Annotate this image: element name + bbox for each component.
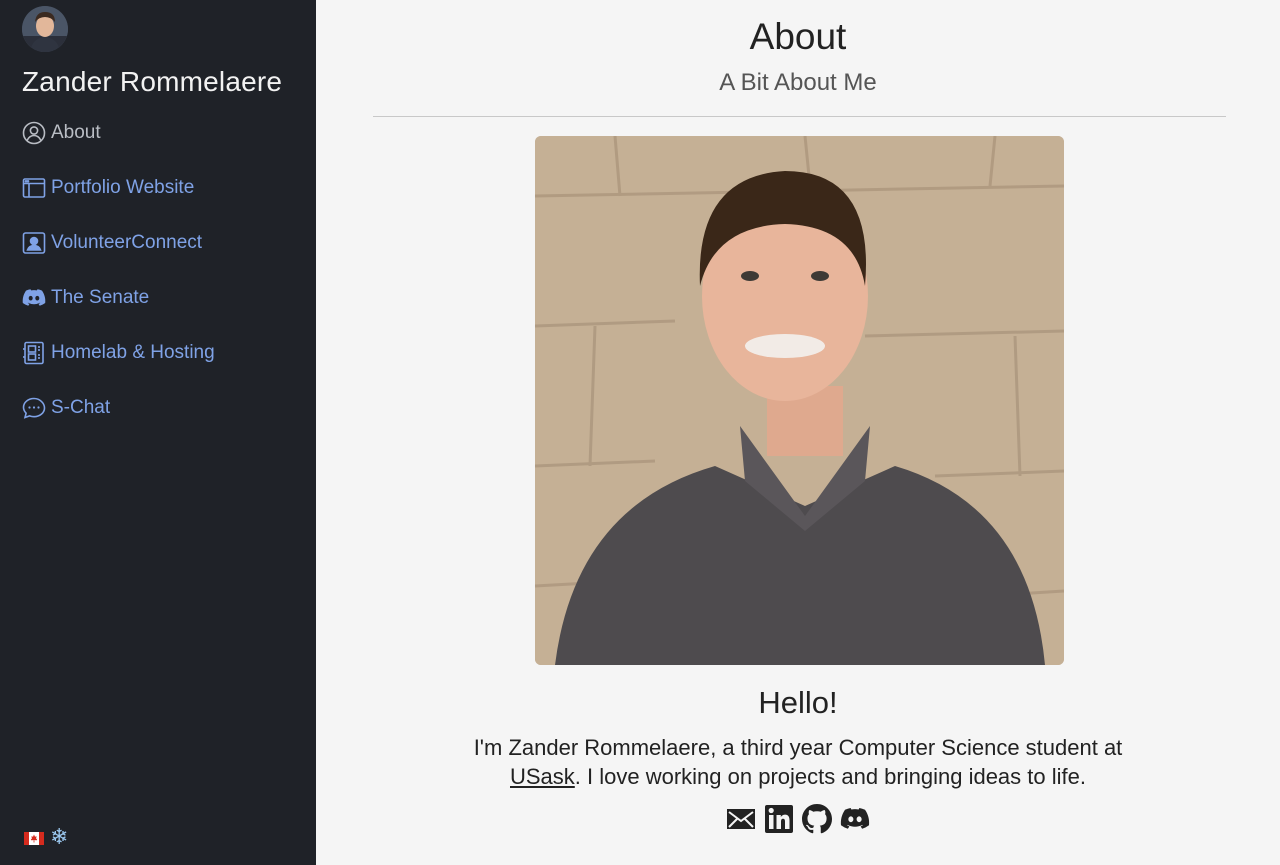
main-content: About A Bit About Me Hello! I'm Zander R… [316, 0, 1280, 865]
snowflake-icon: ❄ [50, 825, 69, 850]
bio-text-after: . I love working on projects and bringin… [574, 764, 1086, 789]
usask-link[interactable]: USask [510, 764, 575, 789]
greeting-heading: Hello! [758, 685, 838, 720]
sidebar-item-label: Homelab & Hosting [51, 342, 215, 363]
discord-icon [22, 286, 46, 310]
page-title: About [749, 16, 847, 57]
divider [373, 116, 1226, 117]
social-links [316, 803, 1280, 835]
sidebar-item-label: S-Chat [51, 397, 111, 418]
email-icon[interactable] [726, 803, 756, 835]
server-icon [22, 341, 46, 365]
linkedin-icon[interactable] [764, 803, 794, 835]
sidebar-item-label: Portfolio Website [51, 177, 195, 198]
sidebar-footer: ❄ [24, 827, 68, 849]
sidebar-item-s-chat[interactable]: S-Chat [22, 393, 215, 423]
sidebar: Zander Rommelaere About Portfolio Websit… [0, 0, 316, 865]
canada-flag-icon [24, 831, 44, 845]
sidebar-item-label: About [51, 122, 101, 143]
site-name[interactable]: Zander Rommelaere [22, 66, 282, 98]
bio-text-before: I'm Zander Rommelaere, a third year Comp… [473, 735, 1123, 760]
sidebar-item-label: The Senate [51, 287, 150, 308]
chat-dots-icon [22, 396, 46, 420]
github-icon[interactable] [802, 803, 832, 835]
bio-text: I'm Zander Rommelaere, a third year Comp… [436, 733, 1160, 791]
sidebar-item-homelab-hosting[interactable]: Homelab & Hosting [22, 338, 215, 368]
person-badge-icon [22, 231, 46, 255]
sidebar-nav: About Portfolio Website VolunteerConnect… [22, 118, 215, 448]
browser-window-icon [22, 176, 46, 200]
sidebar-item-portfolio-website[interactable]: Portfolio Website [22, 173, 215, 203]
profile-photo [535, 136, 1064, 665]
page-subtitle: A Bit About Me [719, 69, 877, 96]
sidebar-item-volunteerconnect[interactable]: VolunteerConnect [22, 228, 215, 258]
sidebar-item-about[interactable]: About [22, 118, 215, 148]
sidebar-item-label: VolunteerConnect [51, 232, 203, 253]
person-circle-icon [22, 121, 46, 145]
sidebar-item-the-senate[interactable]: The Senate [22, 283, 215, 313]
avatar[interactable] [22, 6, 68, 52]
discord-icon[interactable] [840, 803, 870, 835]
